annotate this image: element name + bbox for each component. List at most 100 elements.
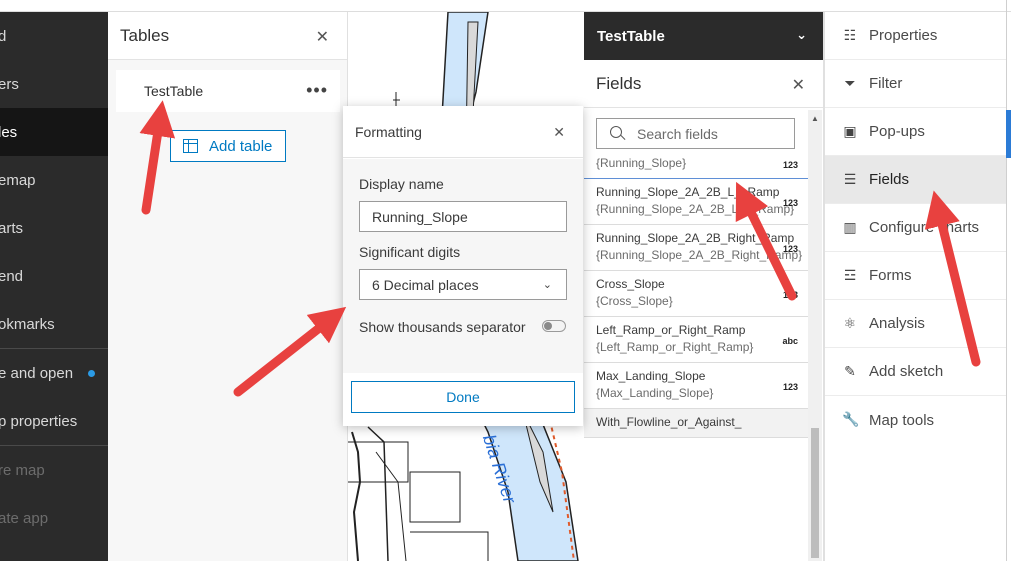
top-border xyxy=(0,0,1011,12)
analysis-icon: ⚛ xyxy=(843,315,857,331)
settings-item-charts[interactable]: ▥ Configure charts xyxy=(825,204,1006,252)
fields-title-text: Fields xyxy=(596,73,642,93)
nav-item-1[interactable]: ers xyxy=(0,60,108,108)
field-alias: {Running_Slope_2A_2B_Left_Ramp} xyxy=(596,202,795,216)
chevron-down-icon[interactable]: ⌄ xyxy=(796,27,807,43)
nav-item-label: e and open xyxy=(0,364,74,382)
thousands-separator-label: Show thousands separator xyxy=(359,319,526,335)
formatting-popover: Formatting ✕ Display name Running_Slope … xyxy=(343,106,583,426)
add-table-button[interactable]: Add table xyxy=(170,130,286,162)
field-alias: {Left_Ramp_or_Right_Ramp} xyxy=(596,340,754,354)
list-item[interactable]: {Running_Slope} 123 xyxy=(584,152,808,179)
nav-item-6[interactable]: okmarks xyxy=(0,300,108,348)
nav-item-0[interactable]: d xyxy=(0,12,108,60)
list-item[interactable]: Running_Slope_2A_2B_Right_Ramp {Running_… xyxy=(584,225,808,271)
settings-item-fields[interactable]: ☰ Fields xyxy=(825,156,1006,204)
settings-item-map-tools[interactable]: 🔧 Map tools xyxy=(825,396,1006,444)
significant-digits-select[interactable]: 6 Decimal places ⌄ xyxy=(359,269,567,300)
left-navigation: d ers les emap arts end okmarks e and op… xyxy=(0,12,108,561)
table-icon xyxy=(183,139,198,153)
nav-item-5[interactable]: end xyxy=(0,252,108,300)
nav-item-3[interactable]: emap xyxy=(0,156,108,204)
scroll-up-icon[interactable]: ▲ xyxy=(811,114,819,123)
nav-item-10: ate app xyxy=(0,494,108,542)
list-item[interactable]: With_Flowline_or_Against_ xyxy=(584,409,808,438)
scrollbar[interactable]: ▲ xyxy=(808,110,822,561)
close-icon[interactable]: ✕ xyxy=(316,27,329,47)
layer-header[interactable]: TestTable ⌄ xyxy=(584,12,823,60)
settings-item-label: Properties xyxy=(869,27,938,44)
number-type-icon: 123 xyxy=(782,160,798,170)
nav-item-label: re map xyxy=(0,461,45,479)
field-name: Running_Slope_2A_2B_Right_Ramp xyxy=(596,231,795,245)
fields-list: {Running_Slope} 123 Running_Slope_2A_2B_… xyxy=(584,152,808,561)
field-name: With_Flowline_or_Against_ xyxy=(596,415,742,429)
nav-item-9: re map xyxy=(0,446,108,494)
display-name-label: Display name xyxy=(359,176,444,192)
ellipsis-icon[interactable]: ••• xyxy=(306,80,328,101)
nav-item-label: end xyxy=(0,267,24,285)
list-item[interactable]: Left_Ramp_or_Right_Ramp {Left_Ramp_or_Ri… xyxy=(584,317,808,363)
settings-item-forms[interactable]: ☲ Forms xyxy=(825,252,1006,300)
number-type-icon: 123 xyxy=(782,197,798,208)
nav-item-8[interactable]: p properties xyxy=(0,397,108,445)
field-alias: {Max_Landing_Slope} xyxy=(596,386,714,400)
number-type-icon: 123 xyxy=(782,243,798,254)
settings-item-popups[interactable]: ▣ Pop-ups xyxy=(825,108,1006,156)
table-name: TestTable xyxy=(144,83,204,99)
nav-item-label: arts xyxy=(0,219,24,237)
settings-item-analysis[interactable]: ⚛ Analysis xyxy=(825,300,1006,348)
formatting-header: Formatting ✕ xyxy=(343,106,583,158)
tables-panel: Tables ✕ TestTable ••• Add table xyxy=(108,12,348,561)
field-name: Running_Slope_2A_2B_L__Ramp xyxy=(596,185,780,199)
popup-icon: ▣ xyxy=(843,123,857,139)
done-button[interactable]: Done xyxy=(351,381,575,413)
settings-item-sketch[interactable]: ✎ Add sketch xyxy=(825,348,1006,396)
nav-item-label: emap xyxy=(0,171,36,189)
scrollbar-thumb[interactable] xyxy=(811,428,819,558)
list-item[interactable]: Max_Landing_Slope {Max_Landing_Slope} 12… xyxy=(584,363,808,409)
nav-item-tables[interactable]: les xyxy=(0,108,108,156)
close-icon[interactable]: ✕ xyxy=(553,124,565,141)
chart-icon: ▥ xyxy=(843,219,857,235)
number-type-icon: 123 xyxy=(782,381,798,392)
fields-list-icon: ☰ xyxy=(843,171,857,187)
settings-item-label: Pop-ups xyxy=(869,123,925,140)
tables-panel-title: Tables xyxy=(108,12,347,60)
formatting-title: Formatting xyxy=(355,123,422,140)
settings-item-label: Map tools xyxy=(869,411,935,429)
edge-accent-bar xyxy=(1006,110,1011,158)
add-table-label: Add table xyxy=(209,137,273,155)
nav-item-label: les xyxy=(0,123,18,141)
settings-panel: ☷ Properties ⏷ Filter ▣ Pop-ups ☰ Fields ▥ Co… xyxy=(824,12,1006,561)
fields-panel: TestTable ⌄ Fields ✕ Search fields {Runn… xyxy=(584,12,824,561)
close-icon[interactable]: ✕ xyxy=(792,75,805,95)
significant-digits-value: 6 Decimal places xyxy=(372,276,479,293)
field-name: Cross_Slope xyxy=(596,277,665,291)
settings-item-filter[interactable]: ⏷ Filter xyxy=(825,60,1006,108)
search-placeholder: Search fields xyxy=(637,125,718,142)
settings-item-label: Filter xyxy=(869,75,903,92)
form-icon: ☲ xyxy=(843,267,857,283)
field-alias: {Cross_Slope} xyxy=(596,294,673,308)
done-label: Done xyxy=(446,389,480,405)
list-item[interactable]: Running_Slope_2A_2B_L__Ramp {Running_Slo… xyxy=(584,179,808,225)
search-input[interactable]: Search fields xyxy=(596,118,795,149)
nav-item-7[interactable]: e and open xyxy=(0,349,108,397)
field-alias: {Running_Slope_2A_2B_Right_Ramp} xyxy=(596,248,803,262)
wrench-icon: 🔧 xyxy=(842,411,860,427)
list-item[interactable]: Cross_Slope {Cross_Slope} 123 xyxy=(584,271,808,317)
nav-item-label: ers xyxy=(0,75,19,93)
field-name: Left_Ramp_or_Right_Ramp xyxy=(596,323,746,337)
nav-item-label: d xyxy=(0,27,7,45)
nav-item-4[interactable]: arts xyxy=(0,204,108,252)
table-row[interactable]: TestTable ••• xyxy=(116,70,340,112)
window-edge xyxy=(1006,0,1007,561)
settings-item-label: Analysis xyxy=(869,315,925,332)
settings-item-properties[interactable]: ☷ Properties xyxy=(825,12,1006,60)
thousands-separator-toggle[interactable] xyxy=(542,320,566,332)
display-name-field[interactable]: Running_Slope xyxy=(359,201,567,232)
display-name-value: Running_Slope xyxy=(372,208,468,225)
settings-item-label: Forms xyxy=(869,267,912,284)
number-type-icon: 123 xyxy=(782,289,798,300)
